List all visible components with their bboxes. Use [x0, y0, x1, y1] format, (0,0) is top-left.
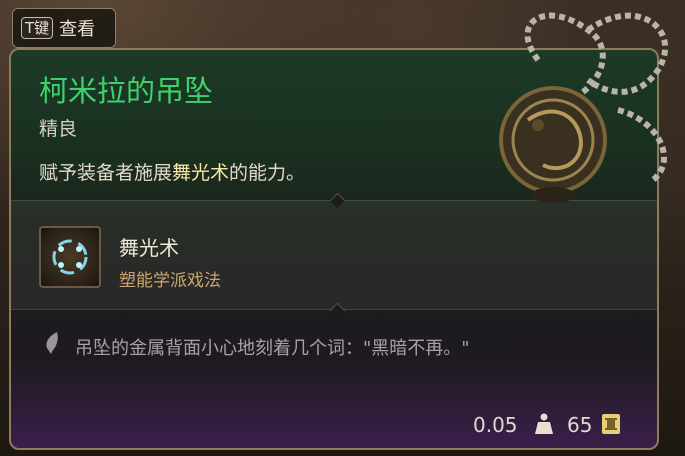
description-prefix: 赋予装备者施展	[39, 162, 173, 184]
inspect-hint[interactable]: T键 查看	[12, 8, 116, 48]
spell-name[interactable]: 舞光术	[119, 232, 179, 261]
item-title: 柯米拉的吊坠	[39, 74, 214, 108]
item-weight: 0.05	[473, 413, 518, 437]
item-rarity: 精良	[39, 118, 78, 140]
description-suffix: 的能力。	[229, 162, 306, 184]
weight-icon	[534, 412, 554, 440]
quill-icon	[41, 330, 63, 360]
lore-text: 吊坠的金属背面小心地刻着几个词："黑暗不再。"	[75, 338, 470, 359]
spell-school: 塑能学派戏法	[119, 271, 221, 291]
item-description: 赋予装备者施展舞光术的能力。	[39, 158, 305, 185]
dancing-lights-icon[interactable]	[39, 226, 101, 288]
hotkey-keycap: T键	[21, 17, 54, 39]
description-spell-link[interactable]: 舞光术	[172, 162, 229, 184]
inspect-label: 查看	[59, 19, 96, 40]
item-price: 65	[567, 413, 593, 437]
pendant-item-image	[468, 0, 685, 230]
gold-coin-icon	[600, 412, 622, 440]
